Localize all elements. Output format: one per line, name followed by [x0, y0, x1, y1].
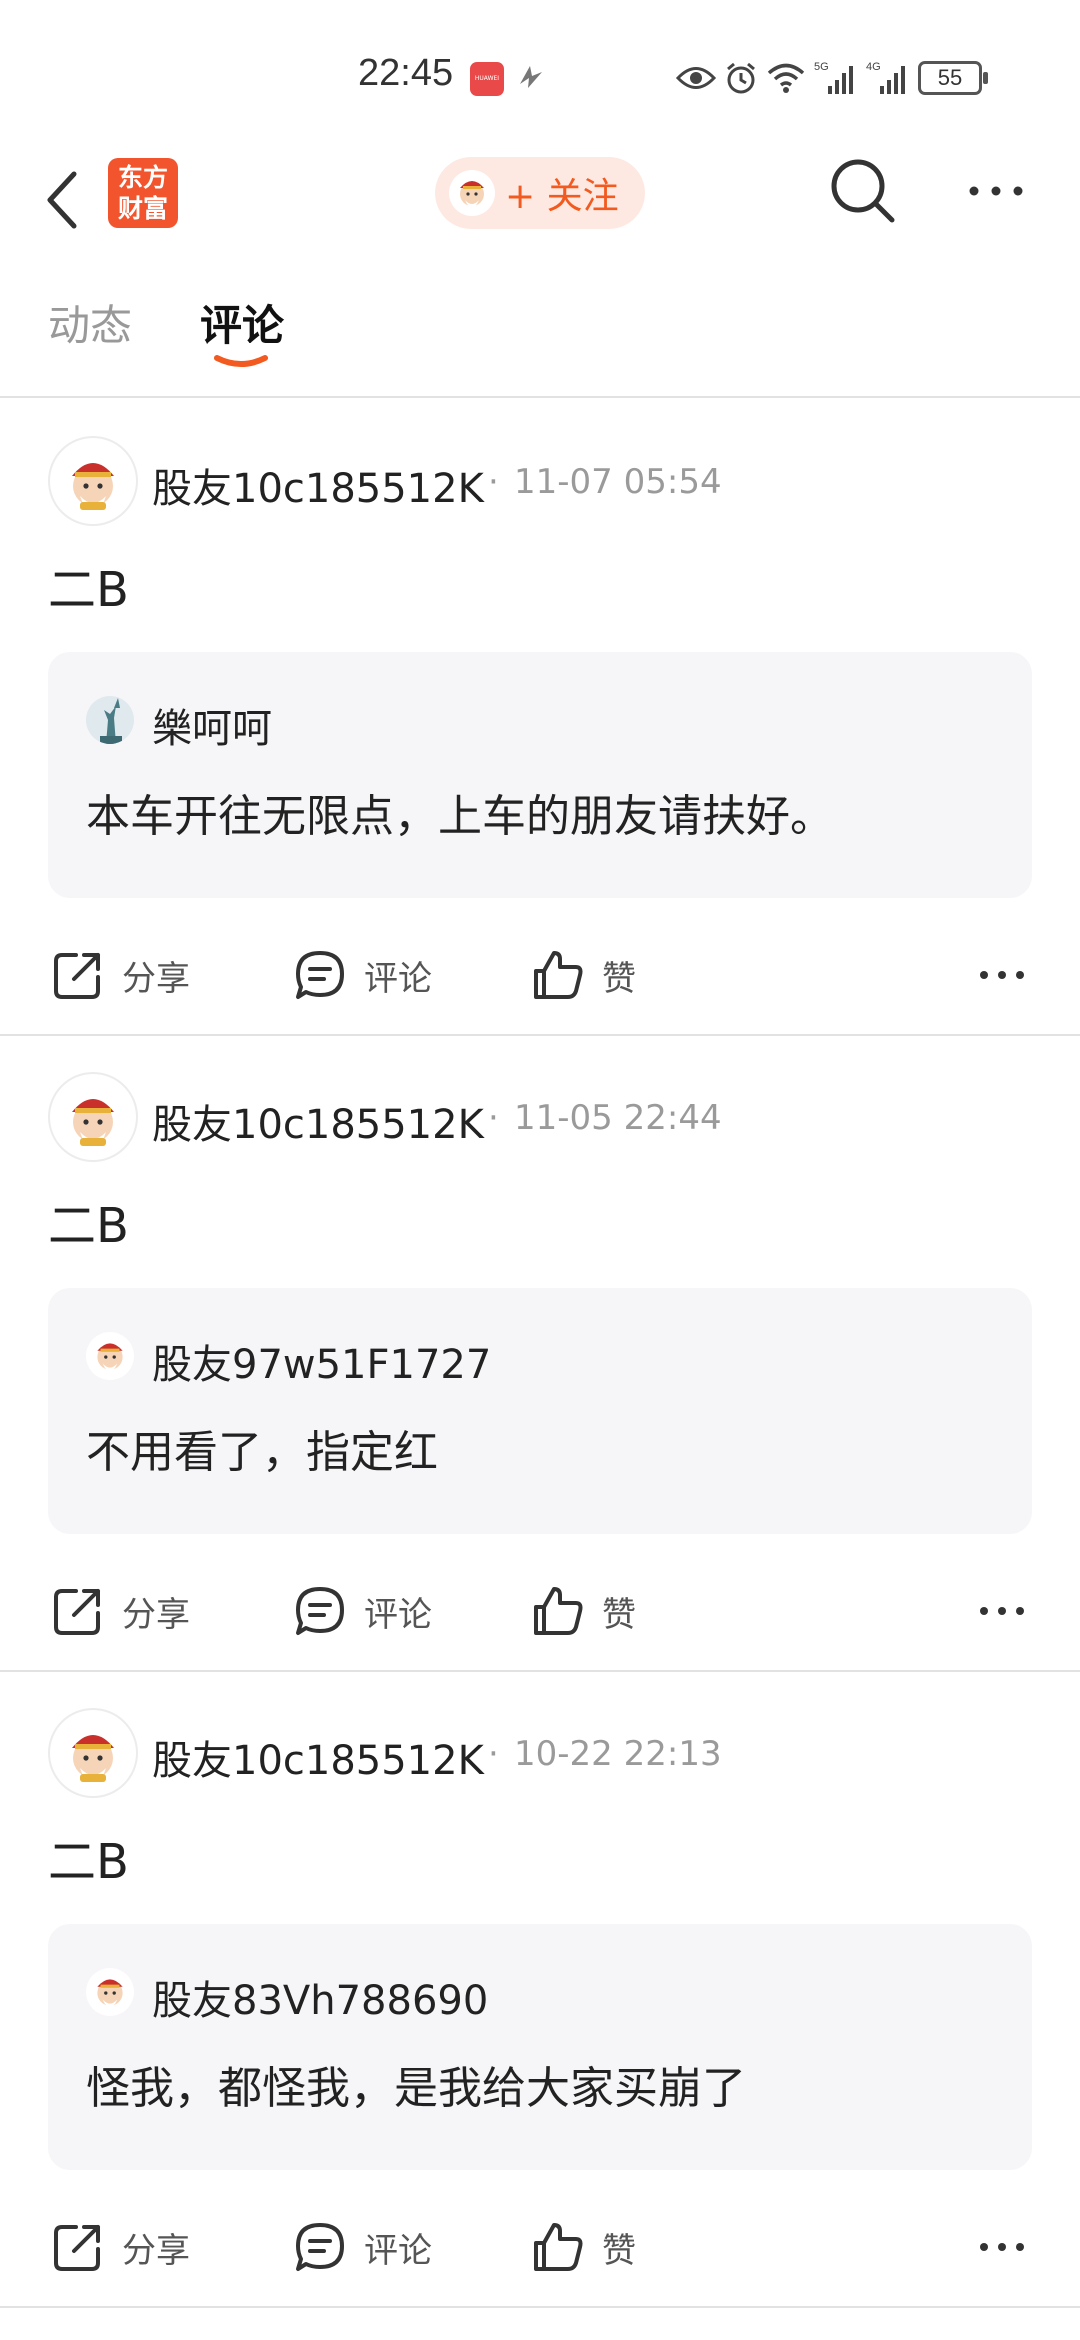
quoted-post[interactable]: 股友97w51F1727 不用看了，指定红 [48, 1288, 1032, 1534]
comment-button[interactable]: 评论 [292, 1576, 432, 1646]
share-label: 分享 [122, 2230, 190, 2271]
share-button[interactable]: 分享 [50, 940, 190, 1010]
separator-dot: · [488, 1098, 499, 1138]
quoted-username[interactable]: 股友97w51F1727 [152, 1332, 491, 1390]
separator-dot: · [488, 1734, 499, 1774]
like-button[interactable]: 赞 [530, 1576, 636, 1646]
user-avatar[interactable] [48, 1072, 138, 1162]
more-options-icon[interactable] [978, 960, 1026, 990]
comment-text: 二B [48, 562, 129, 618]
quoted-text: 本车开往无限点，上车的朋友请扶好。 [86, 791, 834, 842]
share-button[interactable]: 分享 [50, 2212, 190, 2282]
status-time: 22:45 [358, 52, 454, 94]
like-label: 赞 [602, 958, 636, 999]
alarm-icon [727, 62, 755, 94]
follow-label: + 关注 [505, 176, 619, 217]
battery-icon: 55 [918, 61, 988, 95]
like-label: 赞 [602, 2230, 636, 2271]
user-avatar[interactable] [48, 1708, 138, 1798]
signal-5g-icon: 5G [814, 61, 853, 94]
share-icon [54, 953, 100, 999]
fortune-god-icon [72, 463, 114, 510]
separator-dot: · [488, 462, 499, 502]
comment-button[interactable]: 评论 [292, 940, 432, 1010]
statue-of-liberty-icon [86, 696, 134, 744]
comment-label: 评论 [364, 2230, 432, 2271]
back-icon[interactable] [40, 168, 90, 232]
username[interactable]: 股友10c185512K [152, 1728, 484, 1786]
like-label: 赞 [602, 1594, 636, 1635]
action-bar: 分享 评论 赞 [0, 940, 1080, 1010]
comment-button[interactable]: 评论 [292, 2212, 432, 2282]
eye-icon [676, 67, 716, 89]
user-avatar[interactable] [48, 436, 138, 526]
wifi-icon [767, 63, 805, 93]
tab-bar: 动态 评论 [0, 280, 1080, 398]
comment-text: 二B [48, 1834, 129, 1890]
post-time: 11-05 22:44 [514, 1098, 722, 1138]
fortune-god-icon [72, 1735, 114, 1782]
active-tab-indicator [214, 355, 268, 367]
comment-card[interactable]: 股友10c185512K 11-07 05:54 二B 樂呵呵 本车开往无限点，… [0, 400, 1080, 1036]
action-bar: 分享 评论 赞 [0, 1576, 1080, 1646]
comment-card[interactable]: 股友10c185512K 10-22 22:13 二B 股友83Vh788690… [0, 1672, 1080, 2308]
comment-card[interactable]: 股友10c185512K 11-05 22:44 二B 股友97w51F1727… [0, 1036, 1080, 1672]
status-bar: 22:45 HUAWEI 5G 4G 55 [0, 0, 1080, 150]
network-4g-label: 4G [866, 61, 881, 73]
fortune-god-icon [72, 1099, 114, 1146]
comment-icon [296, 951, 344, 999]
thumbs-up-icon [534, 2223, 583, 2271]
like-button[interactable]: 赞 [530, 940, 636, 1010]
comment-text: 二B [48, 1198, 129, 1254]
more-options-icon[interactable] [978, 2232, 1026, 2262]
share-label: 分享 [122, 958, 190, 999]
comment-icon [296, 2223, 344, 2271]
fortune-god-icon [86, 1332, 134, 1380]
post-time: 11-07 05:54 [514, 462, 722, 502]
quoted-post[interactable]: 樂呵呵 本车开往无限点，上车的朋友请扶好。 [48, 652, 1032, 898]
comment-label: 评论 [364, 1594, 432, 1635]
follow-button[interactable]: + 关注 [435, 157, 645, 229]
username[interactable]: 股友10c185512K [152, 1092, 484, 1150]
search-icon[interactable] [828, 156, 898, 226]
quoted-username[interactable]: 股友83Vh788690 [152, 1968, 488, 2026]
thumbs-up-icon [534, 951, 583, 999]
status-indicators: 5G 4G 55 [676, 56, 988, 100]
logo-line-2: 财富 [117, 194, 168, 223]
tab-comments[interactable]: 评论 [200, 292, 284, 353]
signal-4g-icon: 4G [866, 61, 905, 94]
share-icon [54, 2225, 100, 2271]
app-logo: 东方 财富 [108, 158, 178, 228]
quoted-text: 怪我，都怪我，是我给大家买崩了 [86, 2063, 746, 2114]
quoted-username[interactable]: 樂呵呵 [152, 696, 272, 754]
send-icon [520, 66, 542, 88]
comment-icon [296, 1587, 344, 1635]
more-options-icon[interactable] [966, 176, 1026, 206]
quoted-text: 不用看了，指定红 [86, 1427, 438, 1478]
share-icon [54, 1589, 100, 1635]
like-button[interactable]: 赞 [530, 2212, 636, 2282]
fortune-god-icon [449, 170, 495, 216]
thumbs-up-icon [534, 1587, 583, 1635]
share-button[interactable]: 分享 [50, 1576, 190, 1646]
tab-dynamic[interactable]: 动态 [48, 292, 132, 353]
action-bar: 分享 评论 赞 [0, 2212, 1080, 2282]
username[interactable]: 股友10c185512K [152, 456, 484, 514]
post-time: 10-22 22:13 [514, 1734, 722, 1774]
quoted-post[interactable]: 股友83Vh788690 怪我，都怪我，是我给大家买崩了 [48, 1924, 1032, 2170]
network-5g-label: 5G [814, 61, 829, 73]
share-label: 分享 [122, 1594, 190, 1635]
logo-line-1: 东方 [117, 163, 168, 192]
fortune-god-icon [86, 1968, 134, 2016]
huawei-app-icon: HUAWEI [470, 62, 504, 96]
comment-label: 评论 [364, 958, 432, 999]
more-options-icon[interactable] [978, 1596, 1026, 1626]
